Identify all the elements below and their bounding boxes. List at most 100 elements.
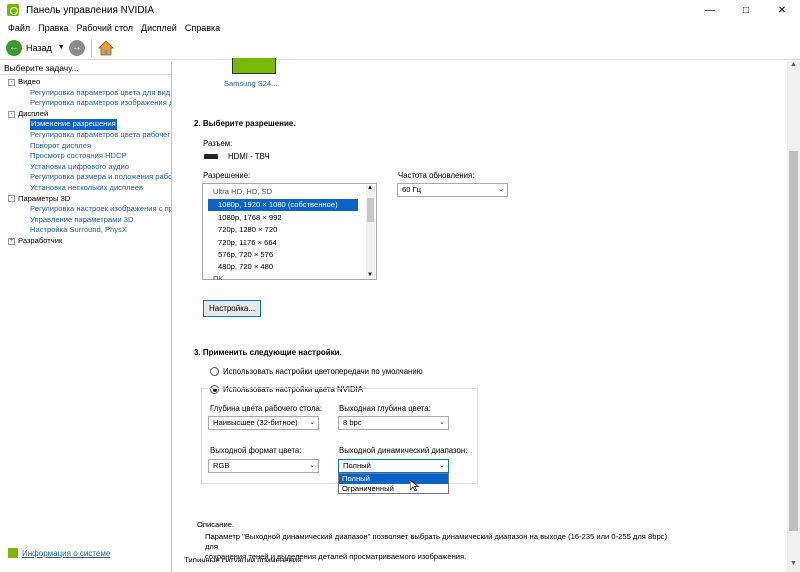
- tree-item[interactable]: Просмотр состояния HDCP: [0, 151, 171, 162]
- content-area: [175, 61, 786, 572]
- history-dropdown-icon[interactable]: ▼: [58, 44, 65, 51]
- toolbar-separator: [90, 38, 92, 57]
- description-text-line: Параметр "Выходной динамический диапазон…: [205, 532, 668, 551]
- collapse-icon[interactable]: -: [8, 110, 15, 118]
- tree-item[interactable]: Регулировка параметров изображения д: [0, 98, 171, 109]
- tree-item[interactable]: Регулировка параметров цвета рабочег: [0, 130, 171, 141]
- toolbar: ← Назад ▼ →: [0, 36, 800, 60]
- tree-item[interactable]: Установка нескольких дисплеев: [0, 183, 171, 194]
- tree-item[interactable]: Регулировка настроек изображения с пр: [0, 204, 171, 215]
- connector-value: HDMI - ТВЧ: [228, 152, 270, 161]
- chevron-down-icon: ⌄: [498, 186, 504, 193]
- system-info-label: Информация о системе: [22, 548, 111, 558]
- scroll-down-icon[interactable]: ▼: [367, 272, 373, 278]
- menu-desktop[interactable]: Рабочий стол: [73, 23, 138, 33]
- tree-category-3d[interactable]: - Параметры 3D: [0, 194, 171, 205]
- resolution-group-header: ПК: [213, 274, 223, 280]
- output-color-format-label: Выходной формат цвета:: [210, 446, 302, 455]
- tree-category-video[interactable]: - Видео: [0, 77, 171, 88]
- system-info-link[interactable]: Информация о системе: [8, 548, 110, 558]
- output-dynamic-range-value: Полный: [343, 461, 371, 470]
- scroll-up-icon[interactable]: ▲: [787, 61, 800, 73]
- hdmi-icon: [204, 154, 218, 159]
- refresh-rate-label: Частота обновления:: [398, 171, 475, 180]
- tree-category-label: Разработчик: [18, 235, 63, 245]
- tree-category-developer[interactable]: + Разработчик: [0, 236, 171, 247]
- tree-item[interactable]: Установка цифрового аудио: [0, 162, 171, 173]
- title-bar: Панель управления NVIDIA — □ ✕: [0, 0, 800, 20]
- chevron-down-icon: ⌄: [439, 462, 445, 469]
- resolution-label: Разрешение:: [203, 171, 251, 180]
- forward-arrow-icon[interactable]: →: [68, 39, 85, 56]
- tree-item[interactable]: Поворот дисплея: [0, 141, 171, 152]
- description-label: Описание.: [197, 520, 235, 529]
- tree-category-label: Видео: [18, 77, 41, 86]
- home-icon[interactable]: [97, 39, 114, 56]
- output-color-format-select[interactable]: RGB ⌄: [208, 459, 319, 473]
- content-scroll-thumb[interactable]: [789, 151, 798, 531]
- chevron-down-icon: ⌄: [309, 462, 315, 469]
- output-dynamic-range-label: Выходной динамический диапазон:: [339, 446, 468, 455]
- collapse-icon[interactable]: -: [8, 78, 15, 86]
- tree-item-change-resolution[interactable]: Изменение разрешения: [0, 119, 171, 130]
- task-panel-header: Выберите задачу...: [0, 61, 171, 75]
- menu-help[interactable]: Справка: [181, 23, 224, 33]
- desktop-color-depth-select[interactable]: Наивысшее (32-битное) ⌄: [208, 416, 319, 430]
- close-button[interactable]: ✕: [764, 0, 800, 20]
- resolution-option[interactable]: 720p, 1280 × 720: [218, 225, 277, 234]
- listbox-scrollbar[interactable]: ▲ ▼: [366, 185, 375, 278]
- task-tree: - Видео Регулировка параметров цвета для …: [0, 75, 171, 247]
- section-2-title: 2. Выберите разрешение.: [194, 119, 296, 128]
- task-panel: Выберите задачу... - Видео Регулировка па…: [0, 61, 172, 572]
- nvidia-info-icon: [8, 548, 18, 558]
- back-arrow-icon[interactable]: ←: [6, 39, 22, 56]
- radio-default-color[interactable]: [210, 367, 219, 376]
- output-color-depth-select[interactable]: 8 bpc ⌄: [338, 416, 449, 430]
- window-controls: — □ ✕: [692, 0, 800, 20]
- resolution-option[interactable]: 480p, 720 × 480: [218, 262, 273, 271]
- customize-button[interactable]: Настройка...: [203, 300, 261, 317]
- nvidia-logo-icon: [7, 4, 19, 16]
- tree-item[interactable]: Управление параметрами 3D: [0, 215, 171, 226]
- monitor-name[interactable]: Samsung S24...: [224, 79, 277, 88]
- back-button-label[interactable]: Назад: [26, 43, 52, 53]
- listbox-scroll-thumb[interactable]: [367, 198, 374, 222]
- tree-category-label: Дисплей: [18, 108, 49, 118]
- menu-file[interactable]: Файл: [4, 23, 34, 33]
- menu-edit[interactable]: Правка: [34, 23, 72, 33]
- tree-item[interactable]: Регулировка размера и положения рабо: [0, 172, 171, 183]
- tree-item[interactable]: Настройка Surround, PhysX: [0, 225, 171, 236]
- typical-usage-heading: Типичные ситуации применения: [184, 556, 302, 562]
- resolution-listbox[interactable]: Ultra HD, HD, SD 1080p, 1920 × 1080 (соб…: [202, 183, 377, 280]
- dynamic-range-option-full[interactable]: Полный: [339, 474, 448, 484]
- tree-item-label: Изменение разрешения: [30, 119, 117, 130]
- resolution-option[interactable]: 1080p, 1768 × 992: [218, 213, 282, 222]
- expand-icon[interactable]: +: [8, 237, 15, 245]
- collapse-icon[interactable]: -: [8, 195, 15, 203]
- resolution-group-header: Ultra HD, HD, SD: [213, 187, 273, 196]
- refresh-rate-value: 60 Гц: [402, 185, 422, 194]
- content-scrollbar[interactable]: ▲ ▼: [787, 61, 800, 572]
- output-color-depth-value: 8 bpc: [343, 418, 362, 427]
- output-color-format-value: RGB: [213, 461, 230, 470]
- window-title: Панель управления NVIDIA: [26, 4, 154, 16]
- radio-default-color-label[interactable]: Использовать настройки цветопередачи по …: [223, 367, 423, 376]
- dynamic-range-option-limited[interactable]: Ограниченный: [339, 484, 448, 494]
- resolution-option[interactable]: 720p, 1176 × 664: [218, 238, 277, 247]
- tree-item[interactable]: Регулировка параметров цвета для вид: [0, 88, 171, 99]
- tree-category-label: Параметры 3D: [18, 193, 71, 203]
- minimize-button[interactable]: —: [692, 0, 728, 20]
- output-color-depth-label: Выходная глубина цвета:: [339, 404, 431, 413]
- output-dynamic-range-select[interactable]: Полный ⌄: [338, 459, 449, 473]
- tree-category-display[interactable]: - Дисплей: [0, 109, 171, 120]
- refresh-rate-select[interactable]: 60 Гц ⌄: [397, 183, 508, 197]
- dynamic-range-dropdown-list[interactable]: Полный Ограниченный: [338, 473, 449, 494]
- resolution-option[interactable]: 576p, 720 × 576: [218, 250, 273, 259]
- menu-display[interactable]: Дисплей: [137, 23, 181, 33]
- maximize-button[interactable]: □: [728, 0, 764, 20]
- resolution-option[interactable]: 1080p, 1920 × 1080 (собственное): [218, 200, 338, 209]
- connector-label: Разъем:: [203, 139, 233, 148]
- monitor-icon[interactable]: [232, 58, 276, 74]
- scroll-up-icon[interactable]: ▲: [367, 185, 373, 191]
- scroll-down-icon[interactable]: ▼: [787, 560, 800, 572]
